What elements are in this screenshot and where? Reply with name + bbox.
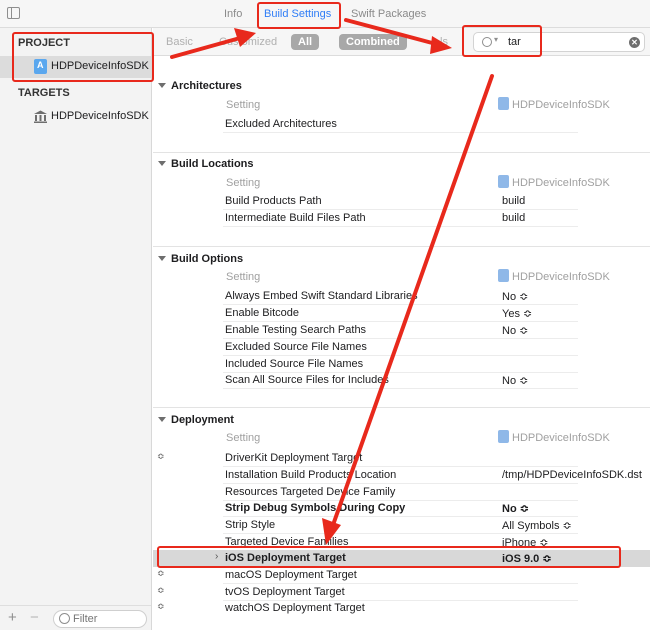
setting-row[interactable]: ≎ DriverKit Deployment Target [153,450,650,467]
tab-swift-packages[interactable]: Swift Packages [351,8,426,20]
setting-row[interactable]: ≎ watchOS Deployment Target [153,600,650,617]
xcode-project-icon [498,175,509,188]
plus-icon[interactable]: + [8,609,17,626]
filter-basic[interactable]: Basic [166,36,193,48]
disclosure-icon[interactable] [158,83,166,88]
project-column-header: HDPDeviceInfoSDK [512,99,610,111]
disclosure-icon[interactable] [158,161,166,166]
disclosure-icon[interactable] [158,417,166,422]
xcode-project-icon [498,269,509,282]
sidebar-item-target[interactable]: HDPDeviceInfoSDK [0,106,151,128]
annotation-box-ios-deployment-target [157,546,621,568]
setting-row[interactable]: ≎ tvOS Deployment Target [153,584,650,601]
setting-row[interactable]: Enable Testing Search Paths No ≎ [153,322,650,339]
sidebar-item-label: HDPDeviceInfoSDK [51,110,149,122]
sidebar-filter-input[interactable] [73,613,143,625]
setting-column-header: Setting [226,271,261,283]
section-title: Build Locations [171,158,254,170]
setting-column-header: Setting [226,177,261,189]
annotation-box-search [462,25,542,57]
project-column-header: HDPDeviceInfoSDK [512,432,610,444]
setting-row[interactable]: Strip Debug Symbols During Copy No ≎ [153,500,650,517]
setting-row[interactable]: Strip Style All Symbols ≎ [153,517,650,534]
setting-row[interactable]: Intermediate Build Files Path build [153,210,650,227]
sidebar-bottom-bar: + − [0,605,151,630]
setting-row[interactable]: Installation Build Products Location /tm… [153,467,650,484]
framework-target-icon [34,110,47,123]
project-column-header: HDPDeviceInfoSDK [512,177,610,189]
section-title: Deployment [171,414,234,426]
filter-levels[interactable]: ls [440,36,448,48]
build-settings-list: Architectures Setting HDPDeviceInfoSDK E… [153,57,650,630]
setting-column-header: Setting [226,432,261,444]
setting-row[interactable]: Resources Targeted Device Family [153,484,650,501]
project-column-header: HDPDeviceInfoSDK [512,271,610,283]
setting-row[interactable]: Included Source File Names [153,356,650,373]
filter-all[interactable]: All [291,34,320,50]
clear-icon[interactable]: ✕ [629,37,640,48]
section-title: Architectures [171,80,242,92]
setting-row[interactable]: Excluded Source File Names [153,339,650,356]
targets-header: TARGETS [18,87,70,99]
minus-icon[interactable]: − [30,609,39,626]
sidebar-toggle-icon[interactable] [7,7,20,19]
filter-icon [59,613,70,624]
project-navigator-sidebar: PROJECT HDPDeviceInfoSDK TARGETS HDPDevi… [0,28,152,630]
sidebar-filter-field[interactable] [53,610,147,628]
stepper-icon[interactable]: ≎ [157,601,165,612]
setting-row[interactable]: Scan All Source Files for Includes No ≎ [153,372,650,389]
setting-row[interactable]: ≎ macOS Deployment Target [153,567,650,584]
stepper-icon[interactable]: ≎ [157,568,165,579]
xcode-project-icon [498,430,509,443]
setting-row[interactable]: Enable Bitcode Yes ≎ [153,305,650,322]
stepper-icon[interactable]: ≎ [157,585,165,596]
build-settings-filter-bar: Basic Customized All Combined ls ▾ ✕ [153,28,650,56]
xcode-project-icon [498,97,509,110]
annotation-box-build-settings-tab [257,2,341,29]
setting-row[interactable]: Build Products Path build [153,193,650,210]
filter-combined[interactable]: Combined [339,34,407,50]
filter-customized[interactable]: Customized [219,36,277,48]
section-title: Build Options [171,253,244,265]
setting-row[interactable]: Excluded Architectures [153,116,650,133]
setting-row[interactable]: Always Embed Swift Standard Libraries No… [153,288,650,305]
tab-info[interactable]: Info [224,8,242,20]
disclosure-icon[interactable] [158,256,166,261]
setting-column-header: Setting [226,99,261,111]
stepper-icon[interactable]: ≎ [157,451,165,462]
annotation-box-project [12,32,154,82]
